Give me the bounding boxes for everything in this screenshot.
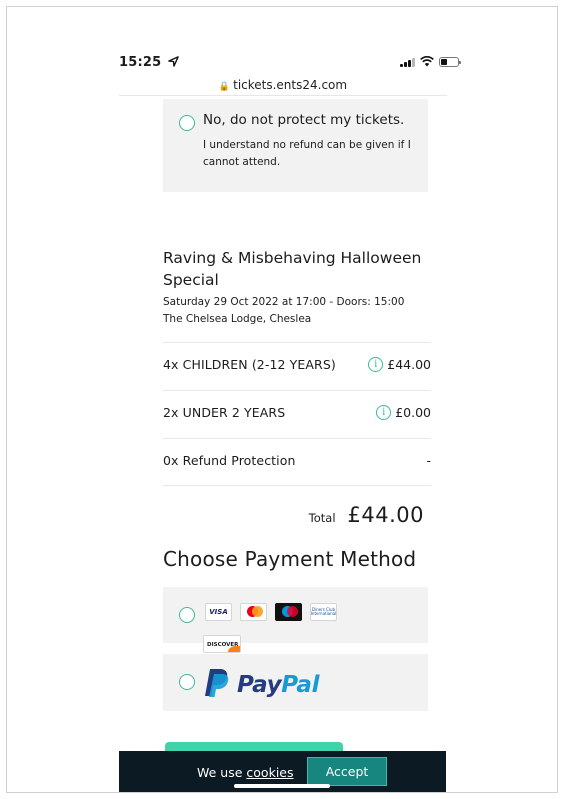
location-arrow-icon [168,56,179,67]
mastercard-logo-icon [240,603,267,621]
event-title: Raving & Misbehaving Halloween Special [163,249,422,289]
battery-icon [439,56,461,67]
payment-method-heading: Choose Payment Method [163,547,417,571]
lock-icon: 🔒 [218,82,231,92]
ticket-price: i £44.00 [368,357,431,372]
status-time: 15:25 [119,55,179,70]
paypal-radio[interactable] [179,674,195,690]
info-icon[interactable]: i [368,357,384,372]
ticket-row: 0x Refund Protection - [163,438,431,486]
card-logos: VISA Diners Club International [205,603,337,621]
ticket-name: 4x CHILDREN (2-12 YEARS) [163,357,336,372]
event-venue: The Chelsea Lodge, Cheslea [163,313,312,325]
ticket-price-value: £0.00 [395,405,431,420]
home-indicator [234,784,330,788]
info-icon[interactable]: i [376,405,392,420]
address-bar-divider [119,95,447,96]
order-total: Total £44.00 [309,503,424,527]
ticket-name: 2x UNDER 2 YEARS [163,405,286,420]
paypal-wordmark: PayPal [237,672,320,698]
wifi-icon [420,56,434,67]
ticket-name: 0x Refund Protection [163,453,296,468]
status-icons [400,56,461,67]
ticket-price-value: £44.00 [387,357,431,372]
ticket-price: i £0.00 [376,405,431,420]
cookie-message: We use cookies [197,765,294,780]
paypal-logo-icon [205,669,229,697]
no-protection-label: No, do not protect my tickets. [203,112,405,128]
accept-cookies-button[interactable]: Accept [307,757,387,786]
signal-icon [400,57,415,67]
total-value: £44.00 [347,503,424,527]
card-payment-radio[interactable] [179,607,195,623]
paypal-payment-option[interactable]: PayPal [163,654,428,711]
no-protection-description: I understand no refund can be given if I… [203,139,411,168]
phone-screen: 15:25 🔒 tickets.ents24.com No, do not pro… [6,6,558,793]
ticket-list: 4x CHILDREN (2-12 YEARS) i £44.00 2x UND… [163,342,431,486]
ticket-row: 4x CHILDREN (2-12 YEARS) i £44.00 [163,342,431,390]
ticket-price-value: - [426,453,431,468]
address-bar[interactable]: 🔒 tickets.ents24.com [7,78,557,92]
ticket-price: - [426,453,431,468]
url-text: tickets.ents24.com [233,78,348,92]
visa-logo-icon: VISA [205,603,232,621]
ticket-row: 2x UNDER 2 YEARS i £0.00 [163,390,431,438]
discover-logo-icon: DISCOVER [203,635,241,653]
diners-club-logo-icon: Diners Club International [310,603,337,621]
total-label: Total [308,511,336,525]
refund-protection-option[interactable]: No, do not protect my tickets. I underst… [163,99,428,192]
cookies-link[interactable]: cookies [246,765,293,780]
no-protection-radio[interactable] [179,115,195,131]
event-date: Saturday 29 Oct 2022 at 17:00 - Doors: 1… [163,296,405,308]
maestro-logo-icon [275,603,302,621]
